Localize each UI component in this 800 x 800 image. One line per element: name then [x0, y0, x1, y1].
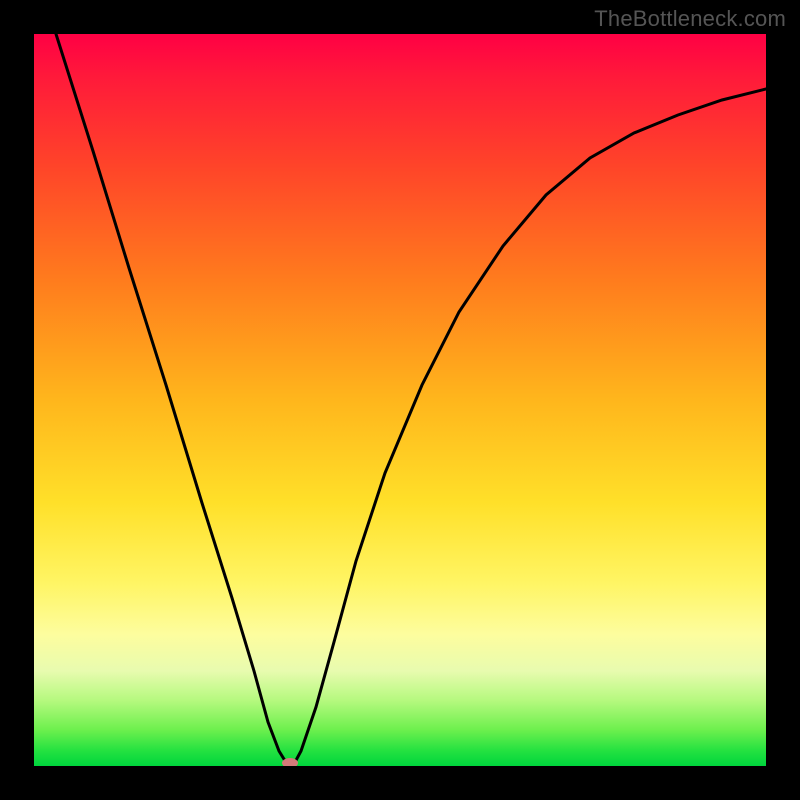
curve-path: [56, 34, 766, 764]
chart-frame: TheBottleneck.com: [0, 0, 800, 800]
watermark-text: TheBottleneck.com: [594, 6, 786, 32]
plot-area: [34, 34, 766, 766]
bottleneck-curve: [34, 34, 766, 766]
